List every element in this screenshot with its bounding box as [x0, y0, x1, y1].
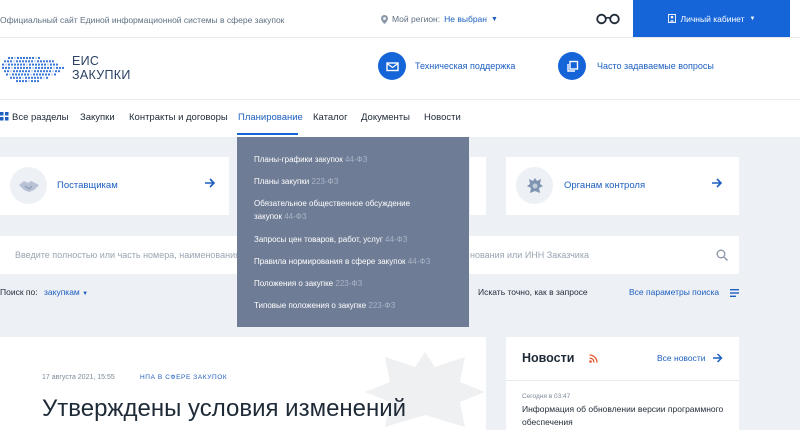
card-fragment [470, 157, 486, 215]
eagle-emblem-icon [526, 177, 543, 193]
search-by-select[interactable]: закупкам ▼ [44, 287, 88, 297]
menu-item-rationing-rules[interactable]: Правила нормирования в сфере закупок 44-… [254, 255, 430, 268]
divider [506, 380, 739, 381]
arrow-right-icon[interactable] [712, 353, 723, 363]
menu-item-public-discussion[interactable]: Обязательное общественное обсуждение заку… [254, 197, 410, 223]
news-panel: Новости Все новости Сегодня в 03:47 Инфо… [506, 337, 739, 430]
russia-map-logo[interactable] [0, 53, 64, 87]
menu-item-label: Планы закупки [254, 177, 310, 186]
rss-icon[interactable] [589, 354, 598, 363]
glasses-icon[interactable] [596, 13, 620, 25]
region-label: Мой регион: [392, 14, 441, 24]
all-params-link[interactable]: Все параметры поиска [629, 287, 719, 297]
chevron-down-icon: ▼ [82, 291, 89, 297]
cabinet-label: Личный кабинет [680, 13, 745, 24]
mail-icon [385, 61, 399, 71]
faq-button[interactable] [558, 52, 586, 80]
news-item-time: Сегодня в 03:47 [522, 393, 571, 400]
menu-item-model-regulations[interactable]: Типовые положения о закупке 223-ФЗ [254, 299, 395, 312]
nav-item-catalog[interactable]: Каталог [313, 112, 348, 123]
law-badge: 223-ФЗ [335, 279, 363, 288]
exact-search-checkbox[interactable]: Искать точно, как в запросе [478, 287, 588, 297]
menu-item-label: Правила нормирования в сфере закупок [254, 257, 406, 266]
article-date: 17 августа 2021, 15:55 [42, 374, 115, 381]
nav-item-news[interactable]: Новости [424, 112, 461, 123]
location-pin-icon [381, 14, 388, 24]
personal-cabinet-button[interactable]: Личный кабинет ▼ [633, 0, 790, 37]
region-value[interactable]: Не выбран [444, 14, 487, 24]
region-selector[interactable]: Мой регион: Не выбран ▼ [381, 14, 498, 24]
faq-label[interactable]: Часто задаваемые вопросы [597, 61, 714, 71]
nav-item-contracts[interactable]: Контракты и договоры [129, 112, 228, 123]
article-tag[interactable]: НПА В СФЕРЕ ЗАКУПОК [140, 374, 227, 381]
emblem-circle [516, 167, 553, 204]
law-badge: 44-ФЗ [344, 155, 368, 164]
search-placeholder-left: Введите полностью или часть номера, наим… [15, 250, 247, 260]
filter-lines-icon[interactable] [730, 289, 739, 297]
chevron-down-icon: ▼ [749, 15, 756, 22]
menu-item-label: Запросы цен товаров, работ, услуг [254, 235, 383, 244]
nav-item-purchases[interactable]: Закупки [80, 112, 115, 123]
user-icon [667, 14, 676, 23]
law-badge: 223-ФЗ [311, 177, 339, 186]
planning-dropdown-menu: Планы-графики закупок 44-ФЗ Планы закупк… [237, 137, 469, 327]
grid-icon [0, 112, 9, 121]
search-icon[interactable] [716, 249, 728, 261]
logo-line-1: ЕИС [72, 54, 100, 68]
law-badge: 44-ФЗ [407, 257, 431, 266]
logo-line-2: ЗАКУПКИ [72, 68, 131, 82]
arrow-right-icon [205, 178, 216, 188]
top-bar: Официальный сайт Единой информационной с… [0, 0, 800, 38]
support-button[interactable] [378, 52, 406, 80]
menu-item-procurement-regulations[interactable]: Положения о закупке 223-ФЗ [254, 277, 362, 290]
menu-item-label: Обязательное общественное обсуждение [254, 199, 411, 208]
nav-item-planning[interactable]: Планирование [238, 112, 303, 123]
menu-item-label: Планы-графики закупок [254, 155, 343, 164]
faq-link[interactable]: Часто задаваемые вопросы [558, 52, 714, 80]
support-label[interactable]: Техническая поддержка [415, 61, 515, 71]
law-badge: 44-ФЗ [284, 212, 307, 221]
search-by-label: Поиск по: [0, 287, 38, 297]
handshake-icon [18, 180, 39, 192]
site-description: Официальный сайт Единой информационной с… [0, 15, 285, 25]
law-badge: 223-ФЗ [368, 301, 396, 310]
search-placeholder-right: нования или ИНН Заказчика [470, 250, 589, 260]
control-label: Органам контроля [564, 180, 646, 191]
chevron-down-icon: ▼ [490, 15, 498, 23]
copy-icon [566, 60, 578, 72]
menu-item-label: Типовые положения о закупке [254, 301, 367, 310]
menu-item-schedule-plans[interactable]: Планы-графики закупок 44-ФЗ [254, 153, 367, 166]
law-badge: 44-ФЗ [385, 235, 408, 244]
nav-item-all-sections[interactable]: Все разделы [0, 112, 69, 123]
handshake-emblem [10, 167, 47, 204]
featured-article[interactable]: 17 августа 2021, 15:55 НПА В СФЕРЕ ЗАКУП… [0, 337, 486, 430]
control-card[interactable]: Органам контроля [506, 157, 739, 215]
article-title[interactable]: Утверждены условия изменений [42, 395, 406, 423]
support-link[interactable]: Техническая поддержка [378, 52, 515, 80]
nav-item-label: Все разделы [12, 112, 69, 123]
news-heading: Новости [522, 351, 575, 365]
header: ЕИС ЗАКУПКИ Техническая поддержка Часто … [0, 38, 800, 100]
suppliers-label: Поставщикам [57, 180, 118, 191]
arrow-right-icon [712, 178, 723, 188]
menu-item-label-continued: закупок [254, 212, 282, 221]
logo-text[interactable]: ЕИС ЗАКУПКИ [72, 54, 131, 82]
all-news-link[interactable]: Все новости [657, 353, 705, 363]
main-nav: Все разделы Закупки Контракты и договоры… [0, 100, 800, 136]
suppliers-card[interactable]: Поставщикам [0, 157, 229, 215]
menu-item-label: Положения о закупке [254, 279, 334, 288]
active-tab-indicator [237, 133, 298, 135]
news-item-title[interactable]: Информация об обновлении версии программ… [522, 403, 727, 429]
nav-item-documents[interactable]: Документы [361, 112, 410, 123]
menu-item-procurement-plans[interactable]: Планы закупки 223-ФЗ [254, 175, 338, 188]
menu-item-price-requests[interactable]: Запросы цен товаров, работ, услуг 44-ФЗ [254, 233, 407, 246]
search-by-value: закупкам [44, 287, 80, 297]
